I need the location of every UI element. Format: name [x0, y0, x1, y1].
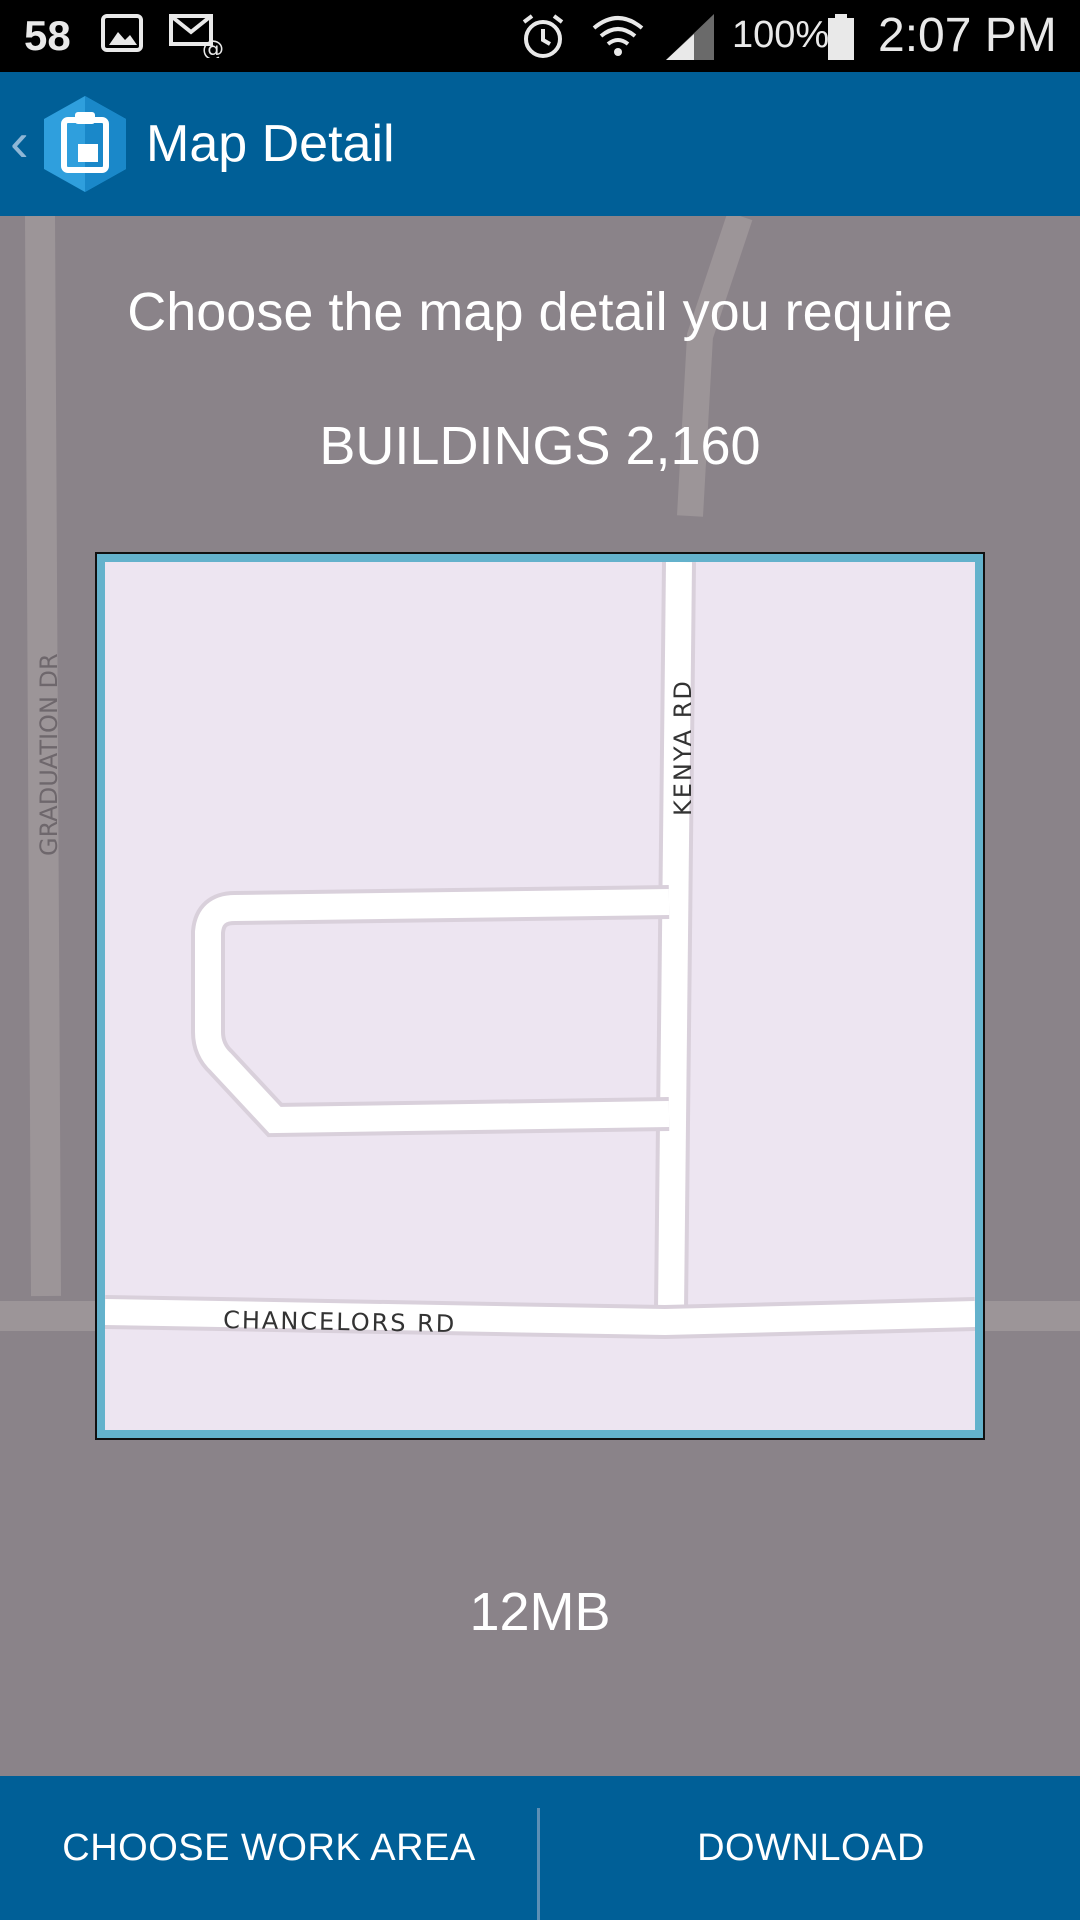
mail-at-icon: @	[168, 12, 224, 63]
image-icon	[100, 12, 144, 61]
choose-work-area-button[interactable]: CHOOSE WORK AREA	[0, 1776, 538, 1920]
page-title: Map Detail	[146, 115, 395, 173]
prompt-text: Choose the map detail you require	[127, 282, 953, 342]
battery-icon	[826, 12, 856, 67]
chevron-left-icon[interactable]: ‹	[10, 112, 29, 172]
wifi-icon	[590, 12, 646, 67]
alarm-icon	[518, 12, 568, 67]
status-bar: 58 @ 100% 2:07 PM	[0, 0, 1080, 72]
bottom-action-bar: CHOOSE WORK AREA DOWNLOAD	[0, 1776, 1080, 1920]
download-button[interactable]: DOWNLOAD	[542, 1776, 1080, 1920]
content-area: GRADUATION DR Choose the map detail you …	[0, 216, 1080, 1776]
app-bar: ‹ Map Detail	[0, 72, 1080, 216]
signal-icon	[664, 12, 716, 67]
download-size: 12MB	[469, 1582, 611, 1642]
buildings-count: BUILDINGS 2,160	[319, 416, 761, 476]
map-roads: KENYA RD CHANCELORS RD	[105, 562, 975, 1340]
svg-text:@: @	[202, 37, 224, 58]
map-canvas[interactable]: KENYA RD CHANCELORS RD	[105, 562, 975, 1430]
street-label-kenya: KENYA RD	[669, 679, 697, 816]
background-street-label: GRADUATION DR	[35, 653, 63, 856]
clipboard-app-icon[interactable]	[40, 94, 130, 194]
battery-percent: 100%	[732, 14, 830, 56]
street-label-chancelors: CHANCELORS RD	[223, 1306, 457, 1338]
clock: 2:07 PM	[878, 9, 1057, 62]
button-divider	[537, 1808, 540, 1920]
notification-count: 58	[24, 12, 71, 59]
map-preview[interactable]: KENYA RD CHANCELORS RD	[95, 552, 985, 1440]
